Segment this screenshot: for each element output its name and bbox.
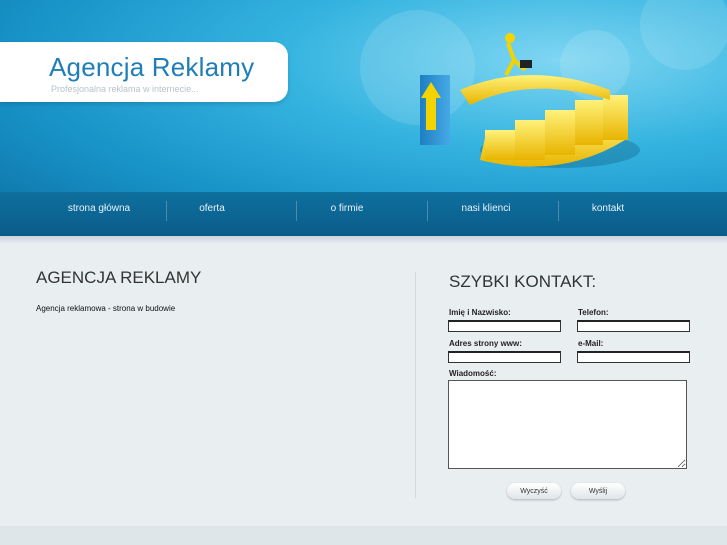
www-field[interactable] [448, 351, 561, 363]
header-shadow-strip [0, 236, 727, 244]
nav-item-clients[interactable]: nasi klienci [421, 203, 551, 214]
www-label: Adres strony www: [449, 339, 522, 348]
footer [0, 526, 727, 545]
page-body-text: Agencja reklamowa - strona w budowie [36, 304, 176, 313]
name-label: Imię i Nazwisko: [449, 308, 511, 317]
nav-item-offer[interactable]: oferta [147, 203, 277, 214]
email-field[interactable] [577, 351, 690, 363]
name-field[interactable] [448, 320, 561, 332]
message-textarea[interactable] [448, 380, 687, 469]
nav-item-about[interactable]: o firmie [282, 203, 412, 214]
header-banner: Agencja Reklamy Profesjonalna reklama w … [0, 0, 727, 237]
growth-chart-illustration [420, 33, 640, 168]
message-label: Wiadomość: [449, 369, 497, 378]
logo-subtitle: Profesjonalna reklama w internecie... [51, 84, 199, 94]
nav-item-contact[interactable]: kontakt [543, 203, 673, 214]
clear-button[interactable]: Wyczyść [507, 483, 561, 499]
send-button[interactable]: Wyślij [571, 483, 625, 499]
phone-label: Telefon: [578, 308, 609, 317]
logo-title[interactable]: Agencja Reklamy [49, 52, 254, 83]
page-title: AGENCJA REKLAMY [36, 268, 202, 287]
phone-field[interactable] [577, 320, 690, 332]
decorative-bubble [640, 0, 727, 70]
nav-item-home[interactable]: strona główna [34, 203, 164, 214]
contact-title: SZYBKI KONTAKT: [449, 272, 597, 291]
main-navigation: strona główna oferta o firmie nasi klien… [0, 192, 727, 236]
column-divider [415, 272, 416, 498]
email-label: e-Mail: [578, 339, 604, 348]
